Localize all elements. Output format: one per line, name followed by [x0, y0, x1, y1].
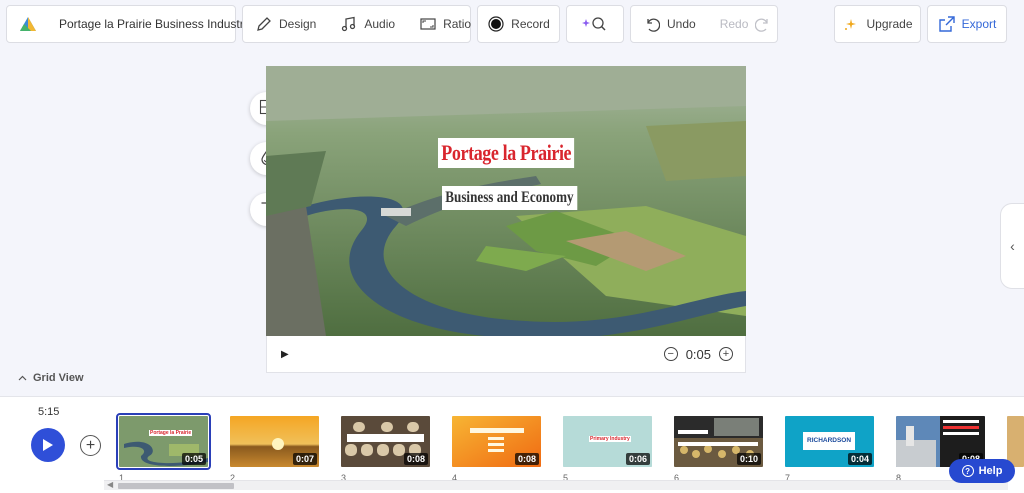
design-label: Design	[279, 17, 317, 31]
audio-button[interactable]: Audio	[328, 12, 407, 36]
grid-view-toggle[interactable]: Grid View	[18, 372, 84, 384]
duration-badge: 0:10	[736, 453, 761, 465]
project-title[interactable]: Portage la Prairie Business Industry	[59, 17, 250, 31]
duration-badge: 0:07	[292, 453, 317, 465]
history-group: Undo Redo	[630, 5, 778, 43]
project-title-box: Portage la Prairie Business Industry	[6, 5, 250, 43]
help-button[interactable]: ? Help	[949, 459, 1015, 483]
scroll-left-icon[interactable]: ◀	[107, 480, 113, 489]
chevron-up-icon	[18, 372, 27, 384]
duration-badge: 0:06	[625, 453, 650, 465]
duration-badge: 0:08	[514, 453, 539, 465]
record-label: Record	[511, 17, 550, 31]
slide-thumbnail-2[interactable]: 0:07	[230, 416, 319, 467]
help-label: Help	[978, 465, 1003, 477]
duration-badge: 0:05	[181, 453, 206, 465]
upgrade-button[interactable]: Upgrade	[834, 5, 921, 43]
timeline-scrollbar[interactable]: ◀	[104, 480, 1008, 490]
panel-toggle[interactable]: ‹	[1000, 203, 1024, 289]
slide-thumbnail-5[interactable]: Primary Industry 0:06	[563, 416, 652, 467]
slide-thumbnail-7[interactable]: RICHARDSON 0:04	[785, 416, 874, 467]
add-slide-button[interactable]: +	[80, 435, 101, 456]
logo-icon	[19, 15, 37, 33]
pencil-icon	[255, 15, 273, 33]
export-label: Export	[961, 17, 997, 31]
ratio-button[interactable]: Ratio	[407, 12, 483, 36]
play-icon	[43, 439, 53, 451]
scrollbar-thumb[interactable]	[118, 483, 234, 489]
undo-label: Undo	[667, 17, 696, 31]
grid-view-label: Grid View	[33, 372, 84, 384]
undo-icon	[643, 15, 661, 33]
aspect-ratio-icon	[419, 15, 437, 33]
slide-thumbnail-3[interactable]: 0:08	[341, 416, 430, 467]
thumb-logo: RICHARDSON	[807, 437, 852, 444]
increase-duration-icon[interactable]: +	[719, 347, 733, 361]
duration-badge: 0:08	[403, 453, 428, 465]
decrease-duration-icon[interactable]: −	[663, 347, 678, 361]
edit-tools-group: Design Audio Ratio	[242, 5, 471, 43]
undo-button[interactable]: Undo	[631, 12, 708, 36]
audio-label: Audio	[364, 17, 396, 31]
thumb-title: Primary Industry	[589, 436, 631, 442]
play-all-button[interactable]	[31, 428, 65, 462]
music-note-icon	[340, 15, 358, 33]
total-time: 5:15	[38, 406, 60, 418]
smart-search-button[interactable]	[566, 5, 624, 43]
upgrade-label: Upgrade	[866, 17, 913, 31]
record-icon	[487, 15, 505, 33]
player-bar: ▶ − 0:05 +	[266, 336, 746, 373]
slide-preview[interactable]: Portage la Prairie Business and Economy	[266, 66, 746, 336]
slide-title[interactable]: Portage la Prairie	[438, 138, 575, 168]
redo-icon	[754, 15, 772, 33]
timeline: 5:15 + Portage la Prairie 0:05 1 0:07 2 …	[0, 396, 1024, 493]
slide-thumbnail-6[interactable]: 0:10	[674, 416, 763, 467]
redo-label: Redo	[719, 17, 749, 31]
play-icon[interactable]: ▶	[281, 349, 289, 360]
slide-thumbnail-4[interactable]: 0:08	[452, 416, 541, 467]
redo-button[interactable]: Redo	[708, 12, 785, 36]
question-icon: ?	[961, 465, 974, 477]
thumb-title: Portage la Prairie	[149, 430, 193, 436]
slide-duration: 0:05	[685, 346, 711, 362]
plus-icon: +	[85, 436, 96, 454]
sparkle-icon	[842, 15, 860, 33]
export-button[interactable]: Export	[927, 5, 1007, 43]
chevron-left-icon: ‹	[1010, 238, 1015, 254]
sparkle-search-icon	[580, 15, 610, 33]
slide-subtitle[interactable]: Business and Economy	[442, 186, 577, 210]
duration-badge: 0:04	[847, 453, 872, 465]
slide-thumbnail-partial[interactable]	[1007, 416, 1024, 467]
export-icon	[938, 15, 956, 33]
slide-thumbnail-1[interactable]: Portage la Prairie 0:05	[116, 413, 211, 470]
record-button[interactable]: Record	[477, 5, 560, 43]
ratio-label: Ratio	[443, 17, 472, 31]
design-button[interactable]: Design	[243, 12, 328, 36]
